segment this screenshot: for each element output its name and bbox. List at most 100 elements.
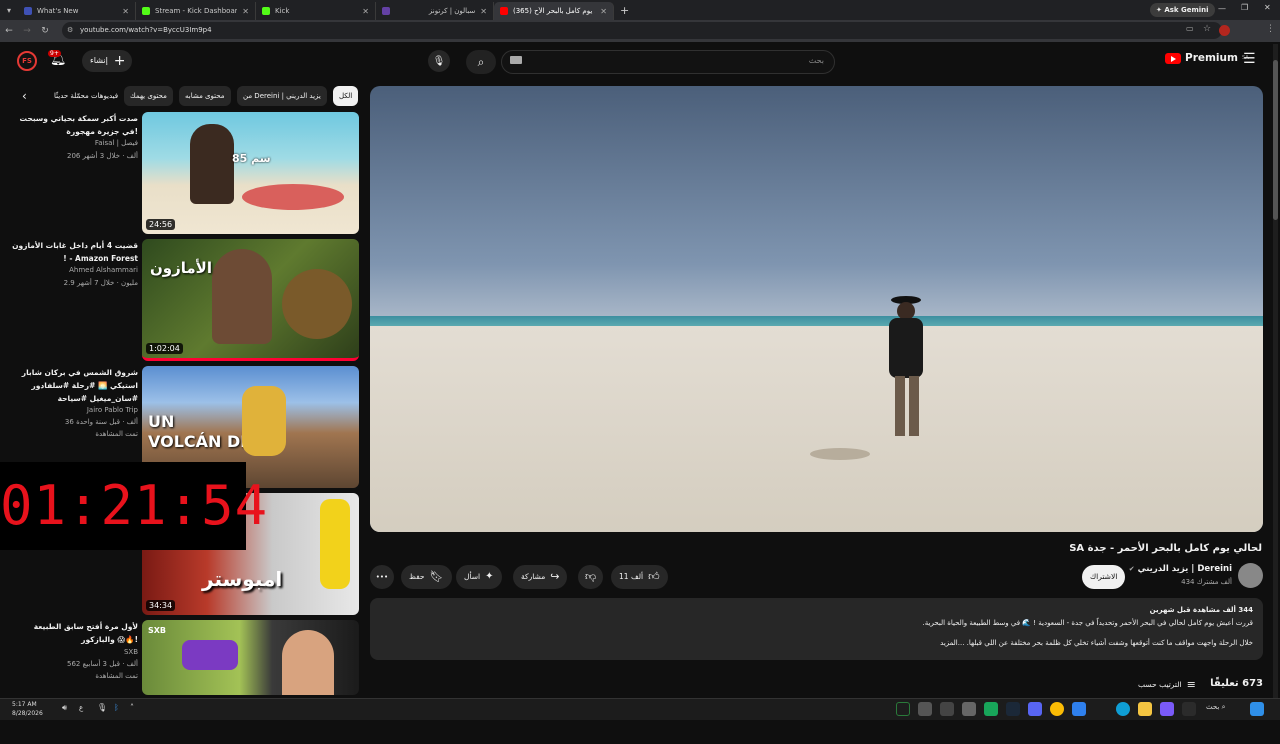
- player-person: [885, 296, 933, 456]
- sort-icon: ≡: [1186, 678, 1196, 691]
- video-thumbnail[interactable]: SXB: [142, 620, 359, 695]
- youtube-premium-logo[interactable]: Premium SA: [1165, 52, 1249, 64]
- steam-icon[interactable]: [1006, 702, 1020, 716]
- watched-badge: تمت المشاهدة: [95, 672, 138, 680]
- video-title[interactable]: قضيت 4 أيام داخل غابات الأمازون ! - Amaz…: [10, 239, 138, 265]
- sort-comments-button[interactable]: الترتيب حسب ≡: [1138, 678, 1196, 691]
- app-icon[interactable]: [984, 702, 998, 716]
- youtube-header: FS 🔔︎ 9+ إنشاء + 🎙︎ ⌕ بحث Premium SA ☰: [0, 42, 1280, 80]
- video-stats: 206 ألف · خلال 3 أشهر: [66, 152, 138, 160]
- guide-menu-icon[interactable]: ☰: [1243, 51, 1256, 67]
- start-windows-icon[interactable]: [1250, 702, 1264, 716]
- discord-icon[interactable]: [1028, 702, 1042, 716]
- browser-tab[interactable]: سبالون | كرتونز ✕: [376, 2, 494, 20]
- chips-scroll-left-icon[interactable]: ‹: [22, 89, 27, 103]
- create-button[interactable]: إنشاء +: [82, 50, 132, 72]
- close-icon[interactable]: ✕: [600, 7, 607, 16]
- file-explorer-icon[interactable]: [1138, 702, 1152, 716]
- channel-avatar[interactable]: [1238, 563, 1263, 588]
- close-icon[interactable]: ✕: [480, 7, 487, 16]
- app-icon[interactable]: [1182, 702, 1196, 716]
- chip[interactable]: محتوى يهمك: [124, 86, 173, 106]
- browser-tab[interactable]: Stream - Kick Dashboard ✕: [136, 2, 256, 20]
- chip-all[interactable]: الكل: [333, 86, 359, 106]
- like-button[interactable]: 11 ألف 👍︎: [611, 565, 668, 589]
- video-title[interactable]: لأول مرة أفتح سابق الطبيعة والبازكور 😱🔥!: [10, 620, 138, 646]
- related-video-item[interactable]: الأمازون 1:02:04 قضيت 4 أيام داخل غابات …: [0, 239, 362, 363]
- chip[interactable]: محتوى مشابه: [179, 86, 231, 106]
- app-icon-a[interactable]: [896, 702, 910, 716]
- dislike-button[interactable]: 👎︎: [578, 565, 604, 589]
- tab-favicon-icon: [382, 7, 390, 15]
- voice-search-button[interactable]: 🎙︎: [428, 50, 450, 72]
- related-video-item[interactable]: 85 سم 24:56 صدت أكبر سمكة بحياتي وسبحت ف…: [0, 112, 362, 236]
- channel-name[interactable]: SXB: [124, 648, 138, 656]
- search-button[interactable]: ⌕: [466, 50, 496, 74]
- close-icon[interactable]: ✕: [362, 7, 369, 16]
- channel-name[interactable]: Dereini | يزيد الدريني ✔: [1129, 564, 1232, 574]
- video-duration: 24:56: [146, 219, 176, 230]
- video-title[interactable]: شروق الشمس في بركان شابار استيكي 🌅 #رحلة…: [10, 366, 138, 405]
- url-field[interactable]: ⚙ youtube.com/watch?v=ByccU3Im9p4: [62, 22, 1222, 39]
- app-icon[interactable]: [1072, 702, 1086, 716]
- bookmark-star-icon[interactable]: ☆: [1203, 24, 1211, 34]
- page-scrollbar[interactable]: [1273, 44, 1278, 698]
- profile-avatar[interactable]: [1219, 25, 1230, 36]
- ask-gemini-button[interactable]: ✦ Ask Gemini: [1150, 3, 1215, 17]
- close-icon[interactable]: ✕: [242, 7, 249, 16]
- video-thumbnail[interactable]: الأمازون 1:02:04: [142, 239, 359, 361]
- app-icon[interactable]: [1160, 702, 1174, 716]
- video-title[interactable]: صدت أكبر سمكة بحياتي وسبحت في جزيرة مهجو…: [10, 112, 138, 138]
- forward-icon[interactable]: →: [18, 26, 36, 36]
- reload-icon[interactable]: ↻: [36, 26, 54, 36]
- taskbar-clock[interactable]: 5:17 AM 8/28/2026: [12, 700, 43, 718]
- chrome-icon[interactable]: [1050, 702, 1064, 716]
- edge-icon[interactable]: [1116, 702, 1130, 716]
- verified-icon: ✔: [1128, 565, 1135, 573]
- speaker-icon[interactable]: 🔊︎: [62, 703, 67, 713]
- video-duration: 1:02:04: [146, 343, 183, 354]
- browser-tab-active[interactable]: (365) لحالي يوم كامل بالبحر الأح...✕: [494, 2, 614, 20]
- browser-tab[interactable]: What's New ✕: [18, 2, 136, 20]
- related-video-item[interactable]: SXB لأول مرة أفتح سابق الطبيعة والبازكور…: [0, 620, 362, 744]
- taskbar-search[interactable]: بحث ⌕: [1206, 703, 1226, 712]
- save-button[interactable]: حفظ 🔖︎: [401, 565, 452, 589]
- maximize-icon[interactable]: ❐: [1241, 3, 1248, 12]
- description-box[interactable]: 344 ألف مشاهدة قبل شهرين قررت أعيش يوم ك…: [370, 598, 1263, 660]
- chip[interactable]: فيديوهات محمّلة حديثًا: [48, 86, 124, 106]
- browser-menu-icon[interactable]: ⋮: [1266, 24, 1275, 34]
- new-tab-button[interactable]: +: [620, 4, 629, 17]
- bluetooth-icon[interactable]: ᛒ: [114, 703, 119, 712]
- settings-gear-icon[interactable]: [918, 702, 932, 716]
- language-indicator[interactable]: ع: [79, 704, 83, 712]
- tab-menu-icon[interactable]: ▾: [0, 6, 18, 15]
- more-actions-button[interactable]: •••: [370, 565, 394, 589]
- site-info-icon[interactable]: ⚙: [67, 22, 73, 39]
- minimize-icon[interactable]: —: [1218, 4, 1226, 13]
- ask-button[interactable]: اسأل ✦: [456, 565, 502, 589]
- video-player[interactable]: [370, 86, 1263, 532]
- browser-tab[interactable]: Kick ✕: [256, 2, 376, 20]
- thumb-person: [212, 249, 272, 344]
- mic-icon[interactable]: 🎙︎: [97, 703, 107, 712]
- subscribe-button[interactable]: الاشتراك: [1082, 565, 1126, 589]
- video-thumbnail[interactable]: 85 سم 24:56: [142, 112, 359, 234]
- back-icon[interactable]: ←: [0, 26, 18, 36]
- keyboard-icon[interactable]: [510, 56, 522, 64]
- channel-avatar[interactable]: FS: [17, 51, 37, 71]
- tab-favicon-icon: [24, 7, 32, 15]
- share-button[interactable]: مشاركة ↪: [513, 565, 568, 589]
- chip[interactable]: من Dereini | يزيد الدريني: [237, 86, 327, 106]
- sparkle-icon: ✦: [485, 571, 494, 582]
- app-icon[interactable]: [940, 702, 954, 716]
- plus-icon: +: [113, 53, 126, 69]
- app-icon[interactable]: [962, 702, 976, 716]
- cast-icon[interactable]: ▭: [1186, 24, 1194, 33]
- close-icon[interactable]: ✕: [122, 7, 129, 16]
- channel-name[interactable]: Jairo Pablo Trip: [87, 406, 138, 414]
- close-window-icon[interactable]: ✕: [1264, 3, 1271, 12]
- channel-name[interactable]: Ahmed Alshammari: [69, 266, 138, 274]
- tray-expand-icon[interactable]: ˄: [130, 703, 134, 712]
- channel-name[interactable]: Faisal | فيصل: [95, 139, 138, 147]
- search-input[interactable]: بحث: [501, 50, 835, 74]
